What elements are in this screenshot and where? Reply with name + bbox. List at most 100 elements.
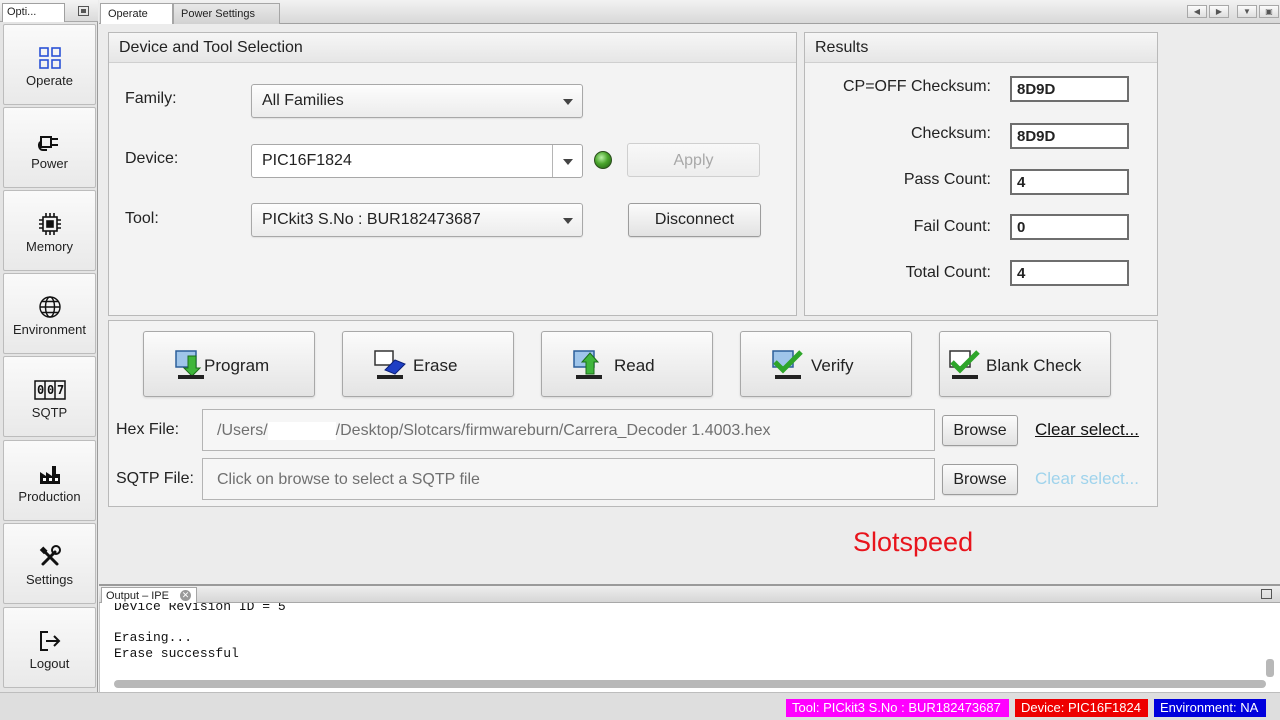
output-line: Device Revision ID = 5 (114, 603, 286, 614)
sidebar-item-sqtp[interactable]: 007 SQTP (3, 356, 96, 437)
cp-off-checksum-label: CP=OFF Checksum: (842, 78, 991, 95)
sidebar-item-production[interactable]: Production (3, 440, 96, 521)
erase-button[interactable]: Erase (342, 331, 514, 397)
read-button[interactable]: Read (541, 331, 713, 397)
output-line: Erase successful (114, 646, 239, 661)
checksum-label: Checksum: (910, 125, 991, 142)
chevron-down-icon[interactable] (563, 159, 573, 165)
maximize-icon[interactable] (78, 6, 89, 16)
erase-icon (374, 350, 406, 379)
fail-count-label: Fail Count: (913, 218, 991, 235)
sidebar-item-label: SQTP (31, 405, 68, 420)
maximize-icon[interactable] (1261, 589, 1272, 599)
program-label: Program (204, 356, 270, 375)
pass-count-value: 4 (1010, 169, 1129, 195)
device-value: PIC16F1824 (262, 152, 352, 169)
vertical-scrollbar[interactable] (1266, 659, 1274, 677)
total-count-value: 4 (1010, 260, 1129, 286)
checksum-value: 8D9D (1010, 123, 1129, 149)
environment-status: Environment: NA (1154, 699, 1266, 717)
tools-icon (4, 544, 95, 570)
watermark-text: Slotspeed (853, 527, 974, 557)
output-line: Erasing... (114, 630, 193, 645)
panel-title: Device and Tool Selection (109, 33, 796, 63)
fail-count-value: 0 (1010, 214, 1129, 240)
apply-button[interactable]: Apply (627, 143, 760, 177)
tab-power-settings[interactable]: Power Settings (173, 3, 280, 24)
sqtp-file-label: SQTP File: (116, 470, 194, 487)
sqtp-file-field[interactable]: Click on browse to select a SQTP file (202, 458, 935, 500)
panel-title: Results (805, 33, 1157, 63)
logout-icon (4, 628, 95, 654)
sidebar-item-label: Environment (13, 322, 86, 337)
sidebar-tab-strip: Opti... (0, 0, 98, 22)
tool-value: PICkit3 S.No : BUR182473687 (262, 211, 481, 228)
close-icon[interactable]: ✕ (180, 590, 191, 601)
sidebar-item-label: Logout (29, 656, 70, 671)
sidebar-item-power[interactable]: Power (3, 107, 96, 188)
family-label: Family: (125, 90, 177, 107)
verify-button[interactable]: Verify (740, 331, 912, 397)
sidebar-item-settings[interactable]: Settings (3, 523, 96, 604)
plug-icon (4, 128, 95, 154)
total-count-label: Total Count: (905, 264, 991, 281)
svg-text:0: 0 (47, 383, 54, 397)
chip-icon (4, 211, 95, 237)
top-tab-strip: Operate Power Settings ◀ ▶ ▼ ▣ (99, 0, 1280, 24)
chevron-down-icon (563, 218, 573, 224)
hex-file-field[interactable]: /Users/ /Desktop/Slotcars/firmwareburn/Ca… (202, 409, 935, 451)
program-icon (175, 350, 204, 379)
cp-off-checksum-value: 8D9D (1010, 76, 1129, 102)
hex-path-start: /Users/ (217, 422, 268, 440)
maximize-icon[interactable]: ▣ (1259, 5, 1279, 18)
blank-check-icon (949, 350, 980, 379)
sidebar-tab[interactable]: Opti... (2, 3, 65, 22)
hex-browse-button[interactable]: Browse (942, 415, 1018, 446)
pass-count-label: Pass Count: (903, 171, 991, 188)
verify-icon (772, 350, 803, 379)
hex-path-end: /Desktop/Slotcars/firmwareburn/Carrera_D… (335, 422, 771, 440)
svg-text:0: 0 (37, 383, 44, 397)
output-console[interactable]: Device Revision ID = 5 Erasing... Erase … (99, 603, 1280, 692)
sidebar: Operate Power Memory Environment 007 SQT… (0, 22, 98, 692)
counter-icon: 007 (4, 377, 95, 403)
sqtp-browse-button[interactable]: Browse (942, 464, 1018, 495)
device-combobox[interactable]: PIC16F1824 (251, 144, 583, 178)
read-icon (573, 350, 602, 379)
sidebar-item-label: Production (18, 489, 81, 504)
sqtp-clear-select-link[interactable]: Clear select... (1035, 469, 1139, 489)
globe-icon (4, 294, 95, 320)
disconnect-button[interactable]: Disconnect (628, 203, 761, 237)
sidebar-item-environment[interactable]: Environment (3, 273, 96, 354)
family-dropdown[interactable]: All Families (251, 84, 583, 118)
divider (552, 145, 553, 177)
blank-check-label: Blank Check (986, 356, 1082, 375)
sidebar-item-memory[interactable]: Memory (3, 190, 96, 271)
grid-icon (4, 45, 95, 71)
horizontal-scrollbar[interactable] (114, 680, 1266, 688)
sidebar-item-label: Operate (26, 73, 73, 88)
status-led-icon (594, 151, 612, 169)
chevron-down-icon (563, 99, 573, 105)
tool-dropdown[interactable]: PICkit3 S.No : BUR182473687 (251, 203, 583, 237)
blank-check-button[interactable]: Blank Check (939, 331, 1111, 397)
sidebar-item-label: Power (31, 156, 68, 171)
tool-label: Tool: (125, 210, 159, 227)
redacted-username (267, 422, 336, 440)
factory-icon (4, 461, 95, 487)
scroll-left-icon[interactable]: ◀ (1187, 5, 1207, 18)
read-label: Read (614, 356, 655, 375)
sidebar-item-logout[interactable]: Logout (3, 607, 96, 688)
device-label: Device: (125, 150, 179, 167)
tab-list-icon[interactable]: ▼ (1237, 5, 1257, 18)
hex-clear-select-link[interactable]: Clear select... (1035, 420, 1139, 440)
tool-status: Tool: PICkit3 S.No : BUR182473687 (786, 699, 1009, 717)
sidebar-item-operate[interactable]: Operate (3, 24, 96, 105)
output-tab-label: Output – IPE (106, 590, 169, 602)
family-value: All Families (262, 92, 344, 109)
scroll-right-icon[interactable]: ▶ (1209, 5, 1229, 18)
device-status: Device: PIC16F1824 (1015, 699, 1148, 717)
sidebar-item-label: Memory (26, 239, 73, 254)
tab-operate[interactable]: Operate (100, 3, 173, 24)
program-button[interactable]: Program (143, 331, 315, 397)
